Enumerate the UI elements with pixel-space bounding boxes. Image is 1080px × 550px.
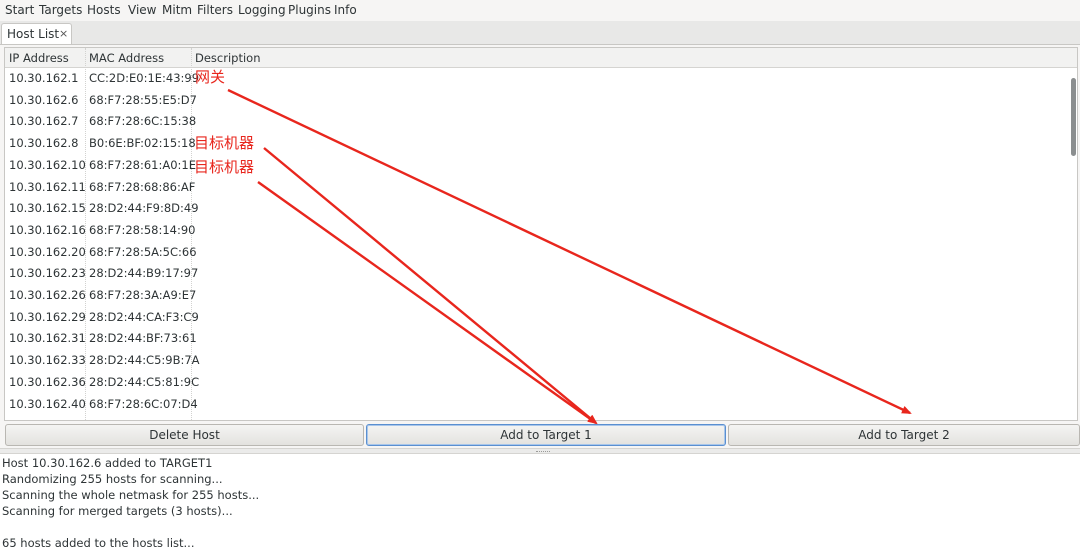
table-row[interactable]: 10.30.162.1 CC:2D:E0:1E:43:99 xyxy=(5,68,1069,90)
cell-ip: 10.30.162.1 xyxy=(9,71,79,85)
table-row[interactable]: 10.30.162.33 28:D2:44:C5:9B:7A xyxy=(5,350,1069,372)
log-line: 65 hosts added to the hosts list... xyxy=(2,536,195,550)
cell-mac: 28:D2:44:C5:81:9C xyxy=(89,374,200,389)
table-row[interactable]: 10.30.162.11 68:F7:28:68:86:AF xyxy=(5,177,1069,199)
cell-mac: 28:D2:44:CA:F3:C9 xyxy=(89,309,199,324)
tab-host-list-label: Host List xyxy=(7,27,60,41)
cell-ip: 10.30.162.6 xyxy=(9,92,79,107)
menu-targets[interactable]: Targets xyxy=(39,3,82,17)
cell-ip: 10.30.162.31 xyxy=(9,331,86,346)
table-body: 10.30.162.1 CC:2D:E0:1E:43:99 10.30.162.6 6… xyxy=(5,68,1069,420)
host-list-table: IP Address MAC Address Description 10.30… xyxy=(4,47,1078,421)
menu-filters[interactable]: Filters xyxy=(197,3,233,17)
log-line: Scanning for merged targets (3 hosts)... xyxy=(2,504,233,518)
cell-ip: 10.30.162.36 xyxy=(9,374,86,389)
cell-mac: 68:F7:28:68:86:AF xyxy=(89,179,196,194)
table-row[interactable]: 10.30.162.36 28:D2:44:C5:81:9C xyxy=(5,372,1069,394)
cell-ip: 10.30.162.41 xyxy=(9,418,86,420)
table-header: IP Address MAC Address Description xyxy=(5,48,1077,68)
table-row[interactable]: 10.30.162.4168:F7:28:24:5B:5D xyxy=(5,415,1069,420)
table-row[interactable]: 10.30.162.23 28:D2:44:B9:17:97 xyxy=(5,263,1069,285)
cell-ip: 10.30.162.33 xyxy=(9,353,86,368)
tab-bar: Host List × xyxy=(0,21,1080,45)
log-line: Scanning the whole netmask for 255 hosts… xyxy=(2,488,260,502)
table-row[interactable]: 10.30.162.20 68:F7:28:5A:5C:66 xyxy=(5,242,1069,264)
menu-info[interactable]: Info xyxy=(334,3,357,17)
close-icon[interactable]: × xyxy=(59,27,68,40)
log-line: Randomizing 255 hosts for scanning... xyxy=(2,472,223,486)
delete-host-button[interactable]: Delete Host xyxy=(5,424,364,446)
cell-mac: 28:D2:44:C5:9B:7A xyxy=(89,353,200,368)
annotation-target-machine: 目标机器 xyxy=(194,134,255,152)
menu-view[interactable]: View xyxy=(128,3,156,17)
add-to-target-2-button[interactable]: Add to Target 2 xyxy=(728,424,1080,446)
cell-ip: 10.30.162.29 xyxy=(9,309,86,324)
table-row[interactable]: 10.30.162.26 68:F7:28:3A:A9:E7 xyxy=(5,285,1069,307)
cell-mac: 68:F7:28:6C:15:38 xyxy=(89,114,197,129)
cell-mac: 68:F7:28:5A:5C:66 xyxy=(89,244,197,259)
cell-ip: 10.30.162.8 xyxy=(9,136,79,151)
table-row[interactable]: 10.30.162.10 68:F7:28:61:A0:1E xyxy=(5,155,1069,177)
menu-hosts[interactable]: Hosts xyxy=(87,3,121,17)
cell-mac: 68:F7:28:55:E5:D7 xyxy=(89,92,197,107)
menu-plugins[interactable]: Plugins xyxy=(288,3,331,17)
menubar: Start Targets Hosts View Mitm Filters Lo… xyxy=(0,0,1080,21)
scrollbar-thumb[interactable] xyxy=(1071,78,1076,156)
table-row[interactable]: 10.30.162.31 28:D2:44:BF:73:61 xyxy=(5,328,1069,350)
table-row[interactable]: 10.30.162.29 28:D2:44:CA:F3:C9 xyxy=(5,307,1069,329)
cell-mac: 28:D2:44:BF:73:61 xyxy=(89,331,197,346)
cell-ip: 10.30.162.10 xyxy=(9,157,86,172)
cell-mac: 68:F7:28:58:14:90 xyxy=(89,222,196,237)
cell-mac: 28:D2:44:F9:8D:49 xyxy=(89,201,199,216)
cell-mac: 68:F7:28:6C:07:D4 xyxy=(89,396,198,411)
column-header-ip[interactable]: IP Address xyxy=(9,51,69,65)
cell-ip: 10.30.162.40 xyxy=(9,396,86,411)
divider-grip-icon[interactable] xyxy=(536,451,550,453)
log-line: Host 10.30.162.6 added to TARGET1 xyxy=(2,456,213,470)
table-row[interactable]: 10.30.162.15 28:D2:44:F9:8D:49 xyxy=(5,198,1069,220)
table-row[interactable]: 10.30.162.16 68:F7:28:58:14:90 xyxy=(5,220,1069,242)
cell-mac: 28:D2:44:B9:17:97 xyxy=(89,266,199,281)
table-row[interactable]: 10.30.162.40 68:F7:28:6C:07:D4 xyxy=(5,394,1069,416)
cell-ip: 10.30.162.11 xyxy=(9,179,86,194)
add-to-target-1-button[interactable]: Add to Target 1 xyxy=(366,424,726,446)
annotation-gateway: 网关 xyxy=(195,68,226,86)
table-row[interactable]: 10.30.162.7 68:F7:28:6C:15:38 xyxy=(5,111,1069,133)
vertical-scrollbar[interactable] xyxy=(1069,68,1077,420)
table-row[interactable]: 10.30.162.8 B0:6E:BF:02:15:18 xyxy=(5,133,1069,155)
cell-ip: 10.30.162.26 xyxy=(9,288,86,302)
cell-mac: 68:F7:28:61:A0:1E xyxy=(89,157,196,172)
cell-ip: 10.30.162.15 xyxy=(9,201,86,216)
column-header-description[interactable]: Description xyxy=(195,51,261,65)
cell-mac: 68:F7:28:3A:A9:E7 xyxy=(89,288,197,302)
annotation-target-machine: 目标机器 xyxy=(194,158,255,176)
menu-start[interactable]: Start xyxy=(5,3,34,17)
cell-ip: 10.30.162.20 xyxy=(9,244,86,259)
log-panel: Host 10.30.162.6 added to TARGET1 Random… xyxy=(0,454,1080,550)
menu-logging[interactable]: Logging xyxy=(238,3,286,17)
cell-mac: CC:2D:E0:1E:43:99 xyxy=(89,71,200,85)
tab-host-list[interactable]: Host List × xyxy=(1,23,72,44)
cell-ip: 10.30.162.16 xyxy=(9,222,86,237)
menu-mitm[interactable]: Mitm xyxy=(162,3,192,17)
column-header-mac[interactable]: MAC Address xyxy=(89,51,164,65)
cell-mac: 68:F7:28:24:5B:5D xyxy=(89,418,198,420)
table-row[interactable]: 10.30.162.6 68:F7:28:55:E5:D7 xyxy=(5,90,1069,112)
cell-mac: B0:6E:BF:02:15:18 xyxy=(89,136,196,151)
cell-ip: 10.30.162.23 xyxy=(9,266,86,281)
cell-ip: 10.30.162.7 xyxy=(9,114,79,129)
